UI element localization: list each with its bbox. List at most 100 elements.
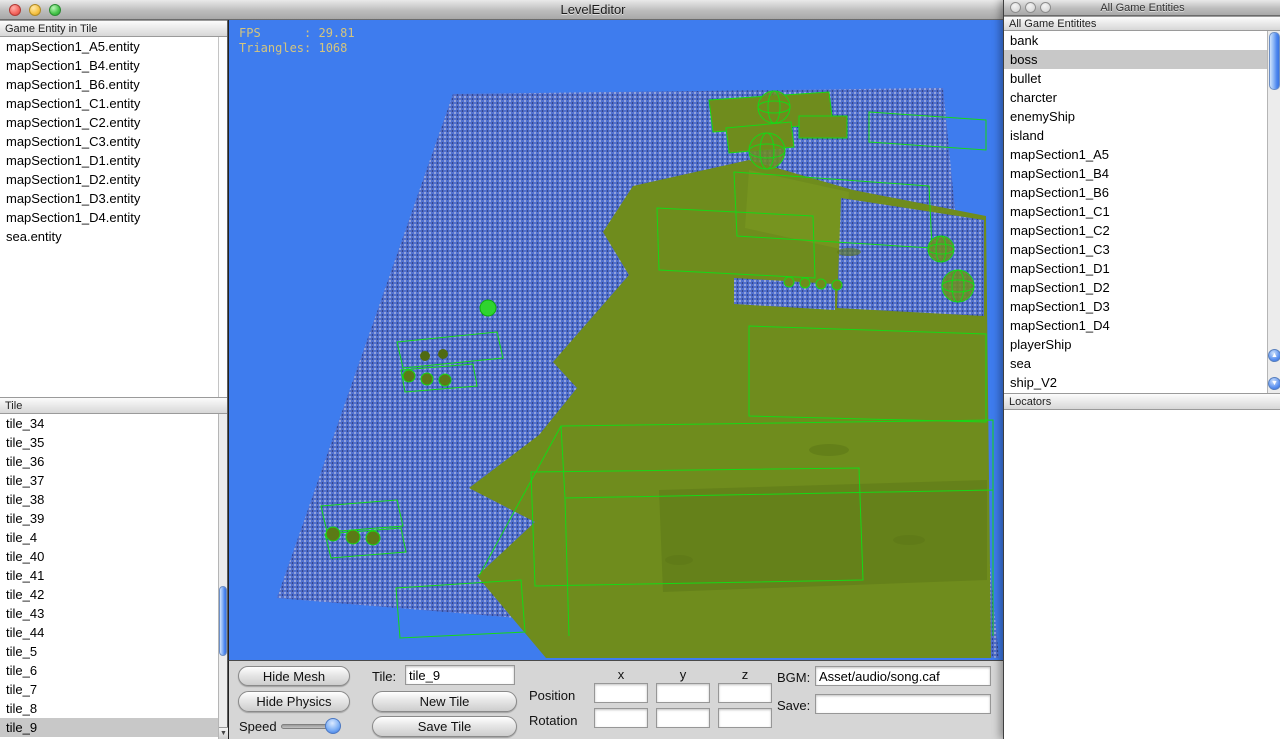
list-item[interactable]: tile_37 — [0, 471, 218, 490]
palette-scrollbar[interactable]: ▲ ▼ — [1267, 31, 1280, 393]
list-item[interactable]: tile_35 — [0, 433, 218, 452]
save-label: Save: — [777, 698, 811, 713]
list-item[interactable]: mapSection1_C2 — [1004, 221, 1267, 240]
list-item[interactable]: tile_6 — [0, 661, 218, 680]
list-item[interactable]: tile_34 — [0, 414, 218, 433]
tile-list-scroll-thumb[interactable] — [219, 586, 227, 656]
hide-mesh-button[interactable]: Hide Mesh — [238, 666, 350, 686]
save-input[interactable] — [815, 694, 991, 714]
all-game-entities-window: All Game Entities All Game Entitites ban… — [1003, 0, 1280, 739]
list-item[interactable]: tile_41 — [0, 566, 218, 585]
palette-scroll-thumb[interactable] — [1269, 32, 1280, 90]
tile-list[interactable]: tile_34 tile_35 tile_36 tile_37 tile_38 tile_… — [0, 414, 218, 739]
list-item[interactable]: tile_42 — [0, 585, 218, 604]
position-z-input[interactable] — [718, 683, 772, 703]
palette-window-title: All Game Entities — [1100, 1, 1185, 14]
palette-scroll-down-button[interactable]: ▼ — [1268, 377, 1280, 390]
list-item[interactable]: tile_44 — [0, 623, 218, 642]
tile-list-scrollbar[interactable]: ▼ — [218, 414, 228, 739]
list-item[interactable]: mapSection1_C1 — [1004, 202, 1267, 221]
triangles-line: Triangles: 1068 — [239, 41, 348, 55]
list-item[interactable]: mapSection1_D1 — [1004, 259, 1267, 278]
list-item[interactable]: tile_40 — [0, 547, 218, 566]
axis-x-label: x — [617, 667, 625, 682]
tile-name-input[interactable] — [405, 665, 515, 685]
list-item[interactable]: tile_8 — [0, 699, 218, 718]
list-item[interactable]: mapSection1_C2.entity — [0, 113, 218, 132]
fps-line: FPS : 29.81 — [239, 26, 355, 40]
speed-label: Speed — [239, 719, 277, 734]
list-item[interactable]: mapSection1_D3.entity — [0, 189, 218, 208]
entity-list-header-label: Game Entity in Tile — [5, 22, 98, 35]
list-item[interactable]: mapSection1_D2.entity — [0, 170, 218, 189]
list-item[interactable]: island — [1004, 126, 1267, 145]
position-x-input[interactable] — [594, 683, 648, 703]
list-item[interactable]: enemyShip — [1004, 107, 1267, 126]
list-item[interactable]: mapSection1_D4.entity — [0, 208, 218, 227]
tile-list-scroll-down-button[interactable]: ▼ — [219, 727, 228, 739]
list-item[interactable]: mapSection1_D3 — [1004, 297, 1267, 316]
list-item[interactable]: mapSection1_B4.entity — [0, 56, 218, 75]
palette-list-header[interactable]: All Game Entitites — [1004, 16, 1280, 31]
rotation-x-input[interactable] — [594, 708, 648, 728]
list-item[interactable]: tile_38 — [0, 490, 218, 509]
left-panel: Game Entity in Tile mapSection1_A5.entit… — [0, 20, 228, 739]
palette-scroll-up-button[interactable]: ▲ — [1268, 349, 1280, 362]
entity-palette-list[interactable]: bank boss bullet charcter enemyShip island map… — [1004, 31, 1267, 393]
list-item[interactable]: tile_36 — [0, 452, 218, 471]
level-editor-app: LevelEditor Game Entity in Tile mapSecti… — [0, 0, 1280, 739]
list-item[interactable]: mapSection1_B6.entity — [0, 75, 218, 94]
locators-header[interactable]: Locators — [1004, 393, 1280, 410]
axis-y-label: y — [679, 667, 687, 682]
list-item[interactable]: mapSection1_B6 — [1004, 183, 1267, 202]
list-item[interactable]: bank — [1004, 31, 1267, 50]
locators-header-label: Locators — [1009, 395, 1052, 408]
speed-slider-thumb[interactable] — [325, 718, 341, 734]
list-item[interactable]: boss — [1004, 50, 1267, 69]
list-item[interactable]: bullet — [1004, 69, 1267, 88]
viewport-3d[interactable]: FPS : 29.81 Triangles: 1068 — [228, 20, 1004, 660]
list-item[interactable]: tile_9 — [0, 718, 218, 737]
entity-list-scrollbar[interactable] — [218, 37, 227, 397]
tile-list-header-label: Tile — [5, 399, 23, 412]
position-y-input[interactable] — [656, 683, 710, 703]
bgm-label: BGM: — [777, 670, 811, 685]
list-item[interactable]: sea.entity — [0, 227, 218, 246]
palette-titlebar[interactable]: All Game Entities — [1004, 0, 1280, 16]
list-item[interactable]: tile_7 — [0, 680, 218, 699]
list-item[interactable]: mapSection1_D4 — [1004, 316, 1267, 335]
list-item[interactable]: mapSection1_C1.entity — [0, 94, 218, 113]
axis-z-label: z — [741, 667, 749, 682]
rotation-label: Rotation — [529, 713, 578, 728]
entity-list-header[interactable]: Game Entity in Tile — [0, 20, 227, 37]
list-item[interactable]: mapSection1_B4 — [1004, 164, 1267, 183]
tile-label: Tile: — [372, 669, 397, 684]
list-item[interactable]: sea — [1004, 354, 1267, 373]
list-item[interactable]: tile_5 — [0, 642, 218, 661]
list-item[interactable]: ship_V2 — [1004, 373, 1267, 392]
list-item[interactable]: mapSection1_A5 — [1004, 145, 1267, 164]
control-bar: Hide Mesh Hide Physics Speed Tile: New T… — [228, 660, 1003, 739]
palette-list-header-label: All Game Entitites — [1009, 17, 1097, 30]
save-tile-button[interactable]: Save Tile — [372, 716, 517, 737]
list-item[interactable]: playerShip — [1004, 335, 1267, 354]
list-item[interactable]: tile_39 — [0, 509, 218, 528]
entity-list[interactable]: mapSection1_A5.entity mapSection1_B4.enti… — [0, 37, 218, 397]
list-item[interactable]: charcter — [1004, 88, 1267, 107]
list-item[interactable]: mapSection1_A5.entity — [0, 37, 218, 56]
list-item[interactable]: mapSection1_D1.entity — [0, 151, 218, 170]
list-item[interactable]: tile_43 — [0, 604, 218, 623]
list-item[interactable]: tile_4 — [0, 528, 218, 547]
tile-list-header[interactable]: Tile — [0, 397, 227, 414]
list-item[interactable]: mapSection1_C3.entity — [0, 132, 218, 151]
viewport-render — [229, 20, 1004, 660]
list-item[interactable]: mapSection1_C3 — [1004, 240, 1267, 259]
position-label: Position — [529, 688, 576, 703]
rotation-y-input[interactable] — [656, 708, 710, 728]
new-tile-button[interactable]: New Tile — [372, 691, 517, 712]
fps-overlay: FPS : 29.81 Triangles: 1068 — [239, 26, 355, 56]
rotation-z-input[interactable] — [718, 708, 772, 728]
list-item[interactable]: mapSection1_D2 — [1004, 278, 1267, 297]
hide-physics-button[interactable]: Hide Physics — [238, 691, 350, 712]
bgm-input[interactable] — [815, 666, 991, 686]
